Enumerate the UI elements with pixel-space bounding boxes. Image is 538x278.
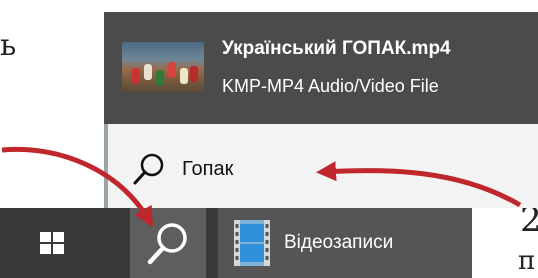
page-text-fragment-top: ь — [0, 28, 17, 63]
search-input[interactable]: Гопак — [104, 124, 538, 208]
taskbar: Відеозаписи — [0, 208, 472, 278]
video-folder-icon — [234, 220, 270, 266]
taskbar-search-button[interactable] — [130, 208, 206, 278]
dance-video-thumbnail — [122, 42, 204, 92]
top-search-result[interactable]: Український ГОПАК.mp4 KMP-MP4 Audio/Vide… — [104, 12, 538, 124]
start-button[interactable] — [0, 208, 104, 278]
page-text-fragment-bottom: п — [518, 246, 536, 276]
search-results-panel: Український ГОПАК.mp4 KMP-MP4 Audio/Vide… — [104, 12, 538, 208]
search-icon — [133, 153, 164, 185]
search-input-accent — [104, 124, 108, 208]
result-file-type: KMP-MP4 Audio/Video File — [222, 76, 439, 96]
result-title: Український ГОПАК.mp4 — [222, 38, 451, 59]
taskbar-videos-button[interactable]: Відеозаписи — [218, 208, 472, 278]
taskbar-videos-label: Відеозаписи — [284, 232, 394, 253]
search-query-text: Гопак — [182, 158, 234, 180]
search-icon — [147, 223, 187, 265]
windows-logo-icon — [40, 232, 64, 254]
